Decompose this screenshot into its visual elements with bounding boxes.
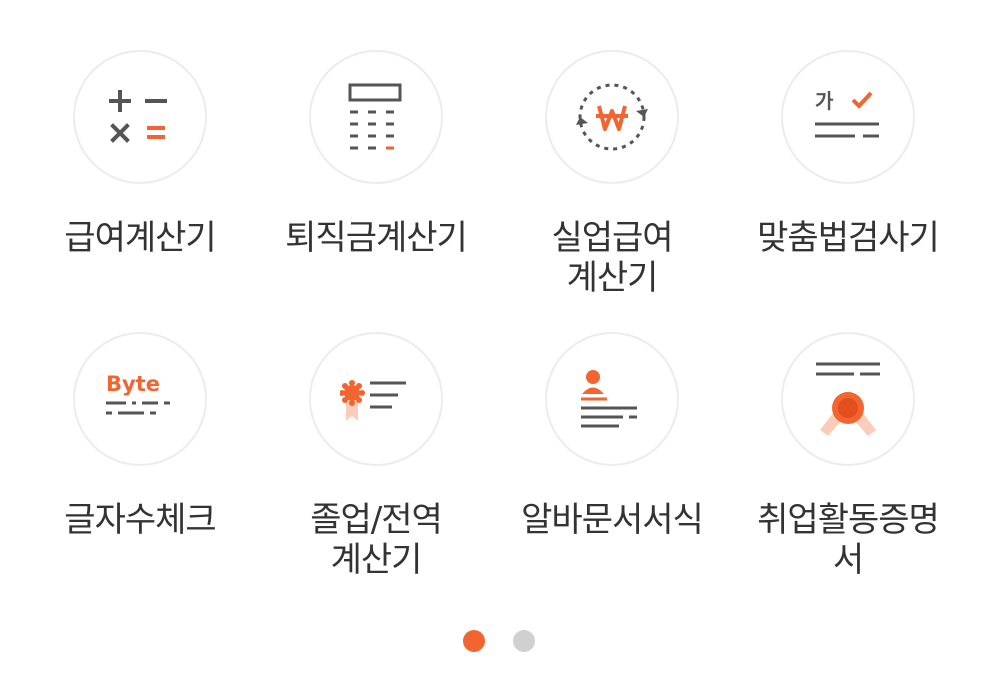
icon-circle: Byte	[73, 332, 207, 466]
pagination-dots	[0, 630, 998, 652]
tile-salary-calculator[interactable]: 급여계산기	[22, 50, 258, 332]
icon-circle	[309, 50, 443, 184]
calculator-keypad-icon	[348, 83, 402, 150]
icon-circle	[309, 332, 443, 466]
tile-label: 실업급여 계산기	[551, 218, 673, 298]
tile-label: 알바문서서식	[521, 500, 704, 540]
spellcheck-glyph: 가	[815, 89, 834, 113]
tile-label: 글자수체크	[64, 500, 216, 540]
tool-grid: 급여계산기 퇴직금계산기 실업급여 계산기 가 맞춤법검사기 Byte 글자수체…	[22, 50, 966, 614]
badge-list-icon	[340, 380, 406, 421]
page-dot-2[interactable]	[513, 630, 535, 652]
won-cycle-icon	[576, 83, 648, 151]
tile-job-activity-certificate[interactable]: 취업활동증명 서	[730, 332, 966, 614]
tile-label: 취업활동증명 서	[757, 500, 940, 580]
tile-label: 졸업/전역 계산기	[310, 500, 443, 580]
tile-label: 급여계산기	[64, 218, 216, 258]
tile-spellcheck[interactable]: 가 맞춤법검사기	[730, 50, 966, 332]
icon-circle	[781, 332, 915, 466]
tile-character-count[interactable]: Byte 글자수체크	[22, 332, 258, 614]
tile-severance-calculator[interactable]: 퇴직금계산기	[258, 50, 494, 332]
icon-circle	[545, 332, 679, 466]
calculator-ops-icon	[109, 90, 167, 143]
tile-graduation-discharge-calculator[interactable]: 졸업/전역 계산기	[258, 332, 494, 614]
page-dot-1[interactable]	[463, 630, 485, 652]
tile-label: 맞춤법검사기	[757, 218, 940, 258]
tile-label: 퇴직금계산기	[285, 218, 468, 258]
icon-circle	[73, 50, 207, 184]
byte-glyph: Byte	[106, 372, 160, 396]
icon-circle	[545, 50, 679, 184]
spellcheck-icon: 가	[815, 89, 879, 138]
person-document-icon	[581, 370, 637, 428]
icon-circle: 가	[781, 50, 915, 184]
certificate-seal-icon	[816, 362, 880, 436]
tile-parttime-forms[interactable]: 알바문서서식	[494, 332, 730, 614]
tile-unemployment-calculator[interactable]: 실업급여 계산기	[494, 50, 730, 332]
byte-count-icon: Byte	[106, 372, 170, 415]
